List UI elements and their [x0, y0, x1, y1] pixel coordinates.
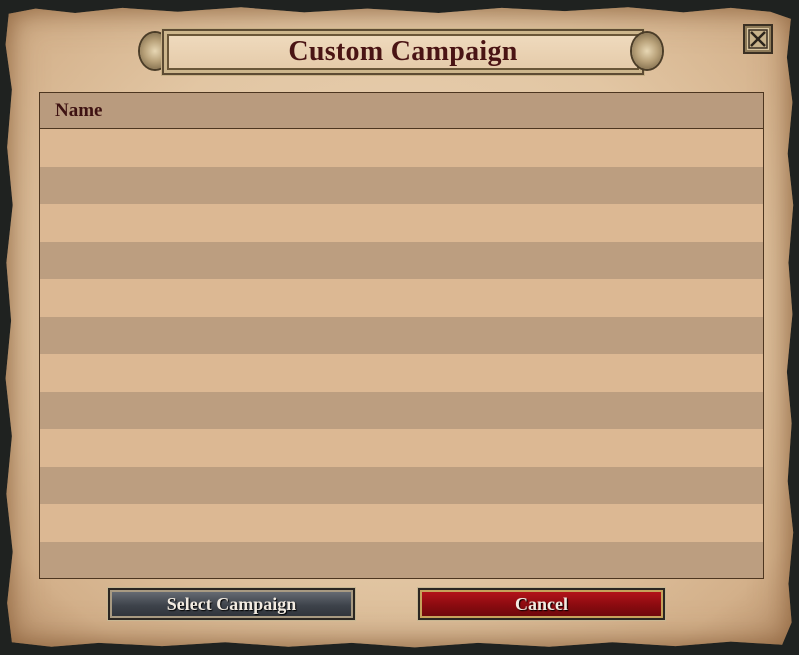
close-button[interactable] — [743, 24, 773, 54]
close-icon — [748, 29, 768, 49]
table-row[interactable] — [40, 466, 763, 504]
table-row[interactable] — [40, 316, 763, 354]
table-row[interactable] — [40, 241, 763, 279]
title-banner: Custom Campaign — [140, 27, 662, 75]
table-row[interactable] — [40, 541, 763, 578]
table-row[interactable] — [40, 166, 763, 204]
select-campaign-button[interactable]: Select Campaign — [108, 588, 355, 620]
table-row[interactable] — [40, 354, 763, 392]
cancel-button[interactable]: Cancel — [418, 588, 665, 620]
column-header-name[interactable]: Name — [55, 100, 102, 122]
table-row[interactable] — [40, 279, 763, 317]
table-row[interactable] — [40, 204, 763, 242]
dialog-title: Custom Campaign — [288, 36, 518, 67]
custom-campaign-dialog: Custom Campaign Name Select Campaign Can… — [0, 0, 799, 655]
banner-ornament-right-icon — [632, 33, 662, 69]
table-row[interactable] — [40, 129, 763, 167]
table-header[interactable]: Name — [40, 93, 763, 129]
table-row[interactable] — [40, 429, 763, 467]
campaign-table[interactable]: Name — [39, 92, 764, 579]
table-row[interactable] — [40, 391, 763, 429]
title-plate: Custom Campaign — [162, 29, 644, 75]
table-row[interactable] — [40, 504, 763, 542]
